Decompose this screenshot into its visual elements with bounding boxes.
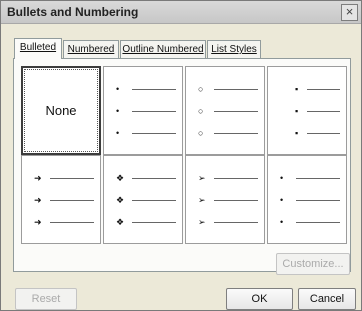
cancel-button[interactable]: Cancel — [298, 288, 356, 310]
bullet-preview-row: ○ — [186, 105, 264, 117]
bullet-preview-row: • — [104, 83, 182, 95]
bullet-glyph-icon: ▪ — [295, 128, 299, 138]
text-line-placeholder — [50, 222, 94, 223]
bullet-preview-row: ○ — [186, 83, 264, 95]
text-line-placeholder — [296, 178, 340, 179]
title-bar: Bullets and Numbering × — [1, 1, 361, 24]
customize-button[interactable]: Customize... — [276, 253, 350, 275]
text-line-placeholder — [214, 178, 258, 179]
text-line-placeholder — [296, 222, 340, 223]
bullet-glyph-icon: ❖ — [116, 173, 125, 183]
bullet-glyph-icon: • — [116, 128, 120, 138]
bullet-preview-row: ➢ — [186, 216, 264, 228]
bullet-glyph-icon: ➜ — [34, 217, 42, 227]
text-line-placeholder — [132, 222, 176, 223]
bullet-preview-row: • — [268, 216, 346, 228]
bullet-preview-row: • — [268, 172, 346, 184]
bullet-glyph-icon: ○ — [198, 128, 204, 138]
bullet-style-four-diamond[interactable]: ❖ ❖ ❖ — [103, 155, 183, 244]
bullet-preview-row: ➜ — [22, 216, 100, 228]
window-title: Bullets and Numbering — [7, 5, 139, 19]
text-line-placeholder — [132, 111, 176, 112]
bullet-glyph-icon: • — [280, 195, 284, 205]
none-label: None — [45, 103, 77, 118]
bullet-glyph-icon: ➢ — [198, 173, 206, 183]
text-line-placeholder — [307, 89, 340, 90]
text-line-placeholder — [214, 133, 258, 134]
bullet-preview-row: ➜ — [22, 172, 100, 184]
bullet-glyph-icon: ➢ — [198, 217, 206, 227]
bullet-preview-row: ➢ — [186, 194, 264, 206]
bullet-glyph-icon: ➢ — [198, 195, 206, 205]
text-line-placeholder — [214, 222, 258, 223]
text-line-placeholder — [132, 133, 176, 134]
bullet-glyph-icon: • — [280, 173, 284, 183]
bullet-glyph-icon: ❖ — [116, 217, 125, 227]
bullet-glyph-icon: • — [116, 106, 120, 116]
text-line-placeholder — [307, 111, 340, 112]
bullet-glyph-icon: • — [280, 217, 284, 227]
bullet-style-arrowhead[interactable]: ➢ ➢ ➢ — [185, 155, 265, 244]
bullet-preview-row: ▪ — [268, 127, 346, 139]
text-line-placeholder — [132, 89, 176, 90]
tab-list-styles[interactable]: List Styles — [207, 40, 261, 58]
bullet-glyph-icon: ➜ — [34, 173, 42, 183]
close-button[interactable]: × — [341, 4, 358, 21]
bullet-preview-row: • — [268, 194, 346, 206]
text-line-placeholder — [132, 200, 176, 201]
bullet-preview-row: ➜ — [22, 194, 100, 206]
text-line-placeholder — [50, 200, 94, 201]
bullet-style-picture-arrow[interactable]: ➜ ➜ ➜ — [21, 155, 101, 244]
bullet-preview-row: ❖ — [104, 216, 182, 228]
reset-button[interactable]: Reset — [15, 288, 77, 310]
text-line-placeholder — [132, 178, 176, 179]
bulleted-panel: None • • • ○ ○ ○ ▪ ▪ ▪ ➜ ➜ ➜ ❖ ❖ ❖ ➢ ➢ ➢ • • • Customize... — [13, 58, 351, 275]
bullet-glyph-icon: • — [116, 84, 120, 94]
bullet-glyph-icon: ❖ — [116, 195, 125, 205]
bullet-glyph-icon: ▪ — [295, 106, 299, 116]
bullet-preview-row: ❖ — [104, 194, 182, 206]
ok-button[interactable]: OK — [226, 288, 293, 310]
bullet-style-dot[interactable]: • • • — [103, 66, 183, 155]
tab-bulleted[interactable]: Bulleted — [14, 38, 62, 59]
text-line-placeholder — [296, 200, 340, 201]
text-line-placeholder — [214, 200, 258, 201]
bullet-glyph-icon: ➜ — [34, 195, 42, 205]
text-line-placeholder — [50, 178, 94, 179]
text-line-placeholder — [307, 133, 340, 134]
text-line-placeholder — [214, 111, 258, 112]
bullet-preview-row: ▪ — [268, 83, 346, 95]
bullet-preview-row: ➢ — [186, 172, 264, 184]
bullet-glyph-icon: ▪ — [295, 84, 299, 94]
bullet-style-none[interactable]: None — [21, 66, 101, 155]
text-line-placeholder — [214, 89, 258, 90]
bullet-style-square[interactable]: ▪ ▪ ▪ — [267, 66, 347, 155]
bullet-preview-row: ▪ — [268, 105, 346, 117]
bullet-style-small-dot[interactable]: • • • — [267, 155, 347, 244]
bullets-and-numbering-dialog: Bullets and Numbering × Bulleted Numbere… — [0, 0, 362, 311]
bullet-style-circle[interactable]: ○ ○ ○ — [185, 66, 265, 155]
tab-numbered[interactable]: Numbered — [63, 40, 119, 58]
tab-outline-numbered[interactable]: Outline Numbered — [120, 40, 206, 58]
bullet-glyph-icon: ○ — [198, 84, 204, 94]
bullet-preview-row: • — [104, 127, 182, 139]
bullet-preview-row: • — [104, 105, 182, 117]
bullet-preview-row: ❖ — [104, 172, 182, 184]
bullet-glyph-icon: ○ — [198, 106, 204, 116]
bullet-preview-row: ○ — [186, 127, 264, 139]
